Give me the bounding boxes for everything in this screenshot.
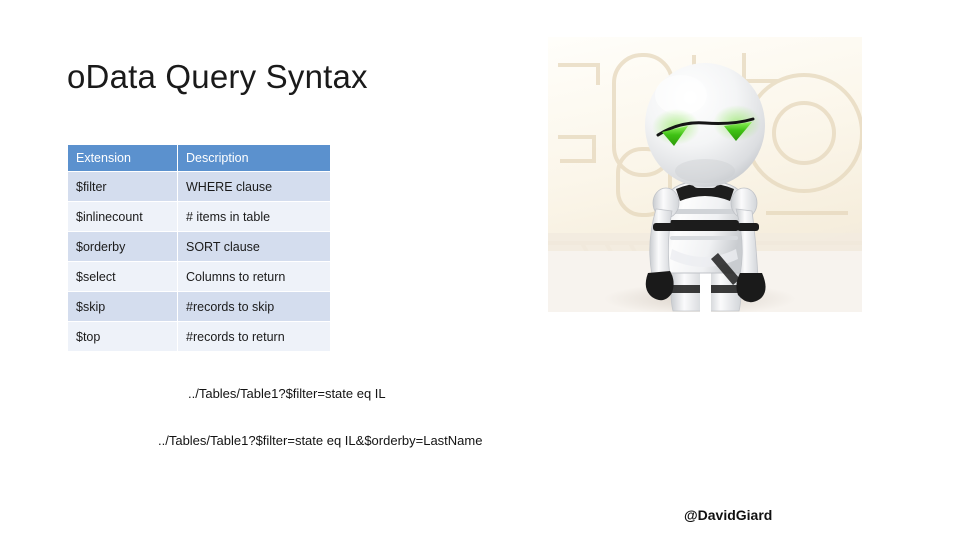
cell-description: Columns to return bbox=[178, 262, 331, 292]
table-row: $filter WHERE clause bbox=[68, 172, 331, 202]
author-handle: @DavidGiard bbox=[684, 507, 773, 523]
robot-elbow-joint-right bbox=[737, 223, 759, 231]
cell-extension: $top bbox=[68, 322, 178, 352]
robot-chest-seam-lower bbox=[670, 236, 738, 240]
cell-extension: $orderby bbox=[68, 232, 178, 262]
table-row: $orderby SORT clause bbox=[68, 232, 331, 262]
table-header-row: Extension Description bbox=[68, 145, 331, 172]
robot-elbow-joint-left bbox=[653, 223, 675, 231]
table-row: $skip #records to skip bbox=[68, 292, 331, 322]
example-query-2: ../Tables/Table1?$filter=state eq IL&$or… bbox=[158, 433, 483, 448]
robot-hand-right bbox=[736, 273, 766, 303]
robot-chin-shadow bbox=[675, 159, 735, 183]
example-query-1: ../Tables/Table1?$filter=state eq IL bbox=[188, 386, 386, 401]
column-header-description: Description bbox=[178, 145, 331, 172]
cell-description: WHERE clause bbox=[178, 172, 331, 202]
cell-extension: $filter bbox=[68, 172, 178, 202]
robot-arm-left bbox=[649, 208, 673, 278]
robot-knee-joint-right bbox=[708, 285, 740, 293]
table-row: $top #records to return bbox=[68, 322, 331, 352]
odata-query-syntax-table: Extension Description $filter WHERE clau… bbox=[68, 145, 331, 352]
robot-chest-seam-upper bbox=[670, 209, 736, 214]
cell-description: SORT clause bbox=[178, 232, 331, 262]
robot-leg-gap bbox=[700, 271, 711, 312]
robot-chest-band bbox=[669, 220, 739, 231]
marvin-robot-photo bbox=[548, 37, 862, 312]
robot-knee-joint-left bbox=[672, 285, 704, 293]
robot-head-highlight bbox=[655, 75, 707, 115]
cell-extension: $skip bbox=[68, 292, 178, 322]
cell-description: #records to skip bbox=[178, 292, 331, 322]
cell-extension: $inlinecount bbox=[68, 202, 178, 232]
cell-description: #records to return bbox=[178, 322, 331, 352]
table-row: $inlinecount # items in table bbox=[68, 202, 331, 232]
column-header-extension: Extension bbox=[68, 145, 178, 172]
table-row: $select Columns to return bbox=[68, 262, 331, 292]
cell-extension: $select bbox=[68, 262, 178, 292]
robot-illustration bbox=[548, 37, 862, 312]
cell-description: # items in table bbox=[178, 202, 331, 232]
page-title: oData Query Syntax bbox=[67, 58, 368, 95]
